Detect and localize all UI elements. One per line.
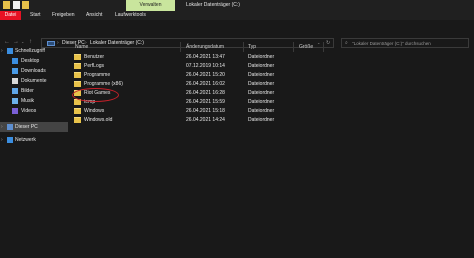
nav-item-label: Musik [21, 98, 35, 104]
column-divider[interactable] [323, 42, 324, 52]
nav-item-label: Bilder [21, 88, 34, 94]
table-row[interactable]: Programme (x86) 26.04.2021 16:02 Dateior… [72, 80, 322, 89]
folder-icon [74, 81, 81, 87]
nav-item-label: Videos [21, 108, 37, 114]
expand-chevron-icon[interactable]: › [1, 46, 3, 56]
column-divider[interactable] [293, 42, 294, 52]
tab-ansicht[interactable]: Ansicht [86, 11, 102, 20]
nav-item-label: Desktop [21, 58, 40, 64]
quick-access-folder-icon[interactable] [3, 1, 10, 9]
table-row[interactable]: Benutzer 26.04.2021 13:47 Dateiordner [72, 53, 322, 62]
file-date: 26.04.2021 13:47 [186, 54, 225, 60]
quick-access-properties-icon[interactable] [13, 1, 20, 9]
file-type: Dateiordner [248, 81, 275, 87]
folder-icon [74, 72, 81, 78]
column-header-size[interactable]: Größe [299, 43, 313, 51]
file-date: 26.04.2021 14:24 [186, 117, 225, 123]
document-icon [12, 78, 18, 84]
nav-item-dieser-pc[interactable]: › Dieser PC [0, 122, 68, 132]
file-date: 26.04.2021 15:18 [186, 108, 225, 114]
table-row[interactable]: PerfLogs 07.12.2019 10:14 Dateiordner [72, 62, 322, 71]
file-name: Programme [84, 72, 111, 78]
table-row[interactable]: Windows.old 26.04.2021 14:24 Dateiordner [72, 116, 322, 125]
window-title: Lokaler Datenträger (C:) [186, 2, 240, 8]
nav-item-bilder[interactable]: Bilder [0, 86, 68, 96]
nav-item-label: Schnellzugriff [15, 48, 45, 54]
nav-item-label: Dokumente [21, 78, 47, 84]
tab-start[interactable]: Start [30, 11, 41, 20]
nav-item-label: Netzwerk [15, 137, 36, 143]
file-date: 26.04.2021 16:02 [186, 81, 225, 87]
table-row[interactable]: Programme 26.04.2021 15:20 Dateiordner [72, 71, 322, 80]
file-type: Dateiordner [248, 117, 275, 123]
nav-item-downloads[interactable]: Downloads [0, 66, 68, 76]
file-type: Dateiordner [248, 63, 275, 69]
riot-games-highlight-circle [72, 88, 119, 102]
desktop-icon [12, 58, 18, 64]
navigation-pane: › Schnellzugriff Desktop Downloads Dokum… [0, 48, 68, 258]
file-name: PerfLogs [84, 63, 105, 69]
tab-datei[interactable]: Datei [0, 11, 21, 20]
folder-icon [74, 54, 81, 60]
nav-item-videos[interactable]: Videos [0, 106, 68, 116]
nav-item-netzwerk[interactable]: › Netzwerk [0, 135, 68, 145]
file-name: Windows [84, 108, 105, 114]
star-icon [7, 48, 13, 54]
nav-item-desktop[interactable]: Desktop [0, 56, 68, 66]
file-type: Dateiordner [248, 108, 275, 114]
table-row[interactable]: Windows 26.04.2021 15:18 Dateiordner [72, 107, 322, 116]
quick-access-new-folder-icon[interactable] [22, 1, 29, 9]
column-header-type[interactable]: Typ [248, 43, 256, 51]
nav-item-schnellzugriff[interactable]: › Schnellzugriff [0, 46, 68, 56]
recent-locations-chevron-icon[interactable]: ⌄ [21, 38, 24, 46]
file-list: Name Änderungsdatum Typ Größe Benutzer 2… [68, 37, 474, 258]
expand-chevron-icon[interactable]: › [1, 122, 3, 132]
folder-icon [74, 117, 81, 123]
expand-chevron-icon[interactable]: › [1, 135, 3, 145]
folder-icon [74, 63, 81, 69]
up-arrow-icon[interactable]: ↑ [29, 38, 32, 46]
nav-item-label: Downloads [21, 68, 46, 74]
download-icon [12, 68, 18, 74]
video-icon [12, 108, 18, 114]
tab-verwalten[interactable]: Verwalten [126, 0, 175, 11]
column-divider[interactable] [243, 42, 244, 52]
file-type: Dateiordner [248, 72, 275, 78]
tab-laufwerktools[interactable]: Laufwerktools [115, 11, 146, 20]
ribbon-tabs: Datei Start Freigeben Ansicht Laufwerkto… [0, 11, 474, 20]
file-date: 07.12.2019 10:14 [186, 63, 225, 69]
file-date: 26.04.2021 15:59 [186, 99, 225, 105]
nav-item-dokumente[interactable]: Dokumente [0, 76, 68, 86]
tab-freigeben[interactable]: Freigeben [52, 11, 75, 20]
back-arrow-icon[interactable]: ← [4, 38, 10, 46]
column-header-name[interactable]: Name [75, 43, 88, 51]
file-date: 26.04.2021 15:20 [186, 72, 225, 78]
nav-item-label: Dieser PC [15, 124, 38, 130]
file-date: 26.04.2021 16:28 [186, 90, 225, 96]
title-bar: Verwalten Lokaler Datenträger (C:) [0, 0, 474, 11]
column-header-date[interactable]: Änderungsdatum [186, 43, 224, 51]
computer-icon [7, 124, 13, 130]
file-type: Dateiordner [248, 99, 275, 105]
file-name: Benutzer [84, 54, 105, 60]
file-type: Dateiordner [248, 54, 275, 60]
file-name: Windows.old [84, 117, 113, 123]
folder-icon [74, 108, 81, 114]
nav-item-musik[interactable]: Musik [0, 96, 68, 106]
music-icon [12, 98, 18, 104]
pictures-icon [12, 88, 18, 94]
network-icon [7, 137, 13, 143]
forward-arrow-icon[interactable]: → [13, 38, 19, 46]
file-type: Dateiordner [248, 90, 275, 96]
column-divider[interactable] [180, 42, 181, 52]
